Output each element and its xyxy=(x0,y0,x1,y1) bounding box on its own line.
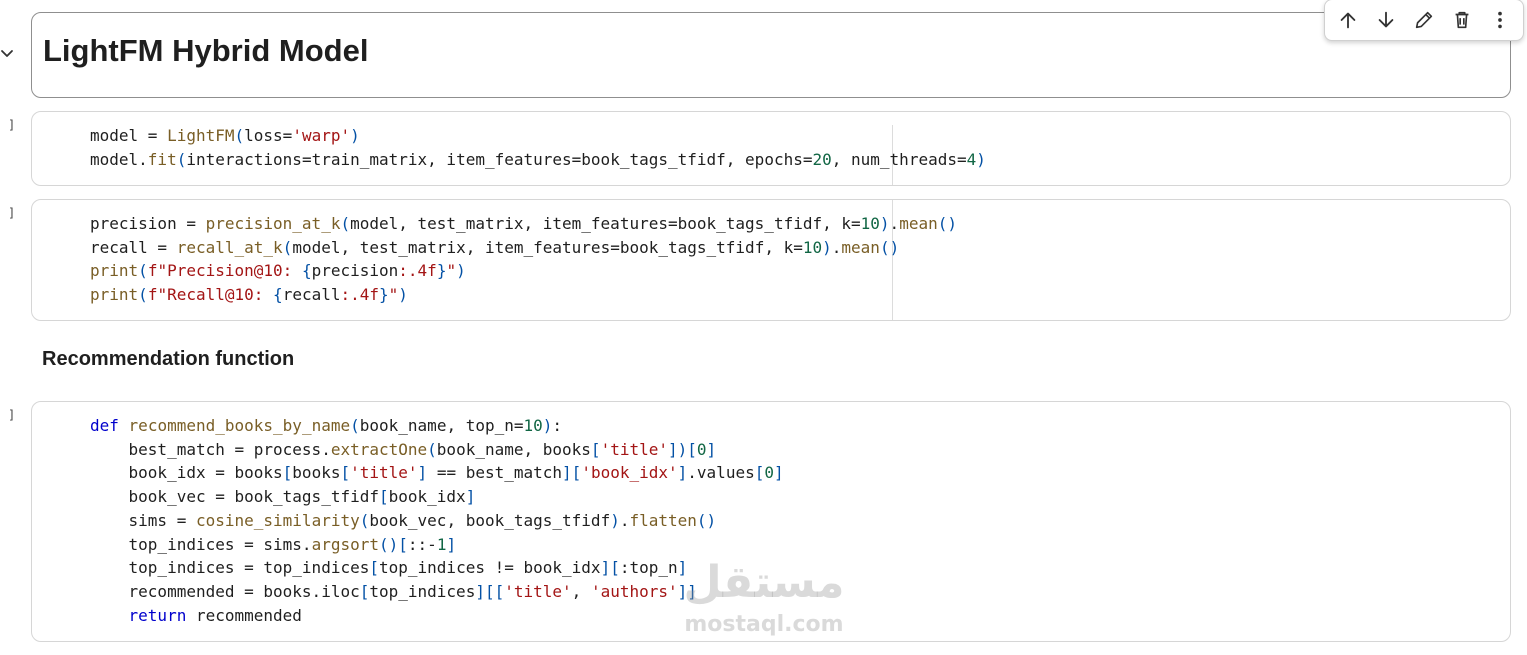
code-line: best_match = process.extractOne(book_nam… xyxy=(90,439,717,459)
markdown-cell[interactable]: LightFM Hybrid Model xyxy=(31,0,1524,98)
code-line: top_indices = top_indices[top_indices !=… xyxy=(90,558,688,578)
code-editor[interactable]: def recommend_books_by_name(book_name, t… xyxy=(90,414,784,627)
move-up-button[interactable] xyxy=(1334,6,1362,34)
arrow-up-icon xyxy=(1340,12,1356,29)
code-line: recommended = books.iloc[top_indices][['… xyxy=(90,581,697,601)
code-line: book_vec = book_tags_tfidf[book_idx] xyxy=(90,487,476,507)
more-options-button[interactable] xyxy=(1486,6,1514,34)
cell-exec-bracket[interactable]: ] xyxy=(8,206,15,220)
code-line: model.fit(interactions=train_matrix, ite… xyxy=(90,149,986,169)
code-line: recall = recall_at_k(model, test_matrix,… xyxy=(90,237,900,257)
more-vert-icon xyxy=(1498,11,1502,29)
code-cell-1[interactable]: model = LightFM(loss='warp') model.fit(i… xyxy=(31,111,1511,186)
trash-icon xyxy=(1455,11,1469,29)
code-line: precision = precision_at_k(model, test_m… xyxy=(90,214,957,233)
code-cell-2[interactable]: precision = precision_at_k(model, test_m… xyxy=(31,199,1511,321)
cell-toolbar xyxy=(1324,0,1524,41)
code-line: book_idx = books[books['title'] == best_… xyxy=(90,463,784,483)
cell-exec-bracket[interactable]: ] xyxy=(8,408,15,422)
edit-button[interactable] xyxy=(1410,6,1438,34)
delete-button[interactable] xyxy=(1448,6,1476,34)
code-line: model = LightFM(loss='warp') xyxy=(90,126,360,145)
code-line: top_indices = sims.argsort()[::-1] xyxy=(90,534,457,554)
pencil-icon xyxy=(1415,11,1433,29)
arrow-down-icon xyxy=(1378,11,1394,28)
code-editor[interactable]: model = LightFM(loss='warp') model.fit(i… xyxy=(90,124,986,171)
move-down-button[interactable] xyxy=(1372,6,1400,34)
code-editor[interactable]: precision = precision_at_k(model, test_m… xyxy=(90,212,957,307)
code-cell-3[interactable]: def recommend_books_by_name(book_name, t… xyxy=(31,401,1511,642)
code-line: def recommend_books_by_name(book_name, t… xyxy=(90,416,563,435)
cell-heading: LightFM Hybrid Model xyxy=(43,33,369,68)
collapse-chevron-icon[interactable] xyxy=(0,45,15,61)
code-line: return recommended xyxy=(128,605,302,625)
code-line: print(f"Precision@10: {precision:.4f}") xyxy=(90,261,466,281)
section-heading: Recommendation function xyxy=(42,348,295,370)
cell-exec-bracket[interactable]: ] xyxy=(8,118,15,132)
code-line: sims = cosine_similarity(book_vec, book_… xyxy=(90,510,717,530)
code-line: print(f"Recall@10: {recall:.4f}") xyxy=(90,285,408,305)
